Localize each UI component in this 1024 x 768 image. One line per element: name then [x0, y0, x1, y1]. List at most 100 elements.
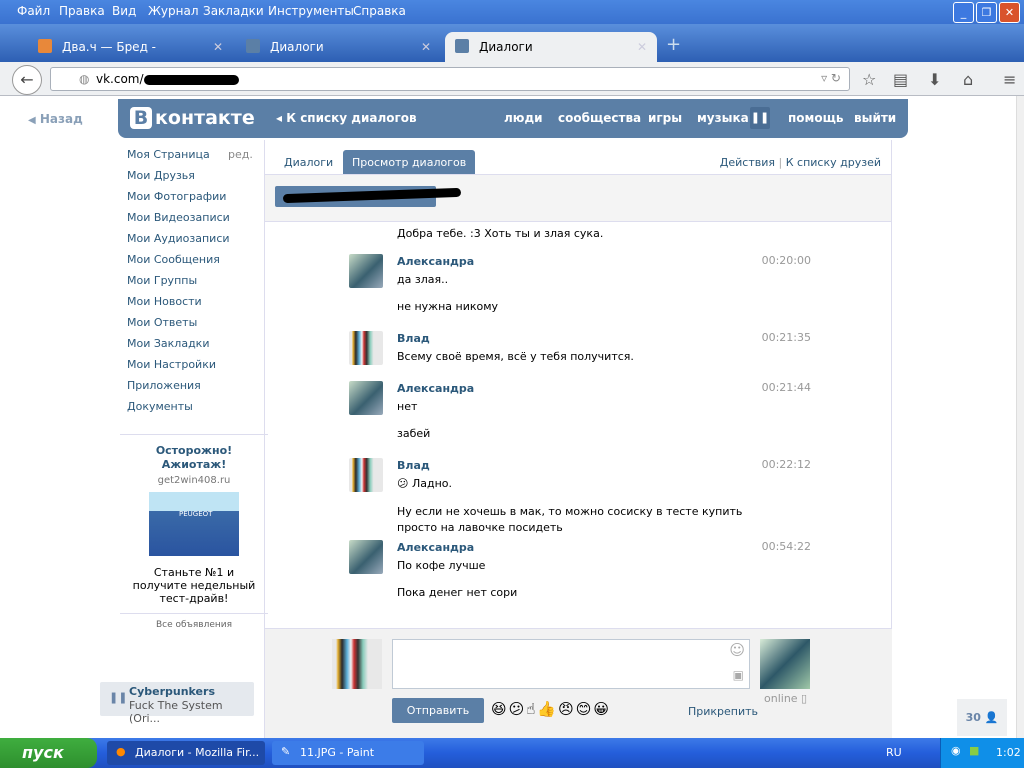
ad-block[interactable]: Осторожно! Ажиотаж! get2win408.ru PEUGEO…: [120, 434, 268, 630]
dialog-tabs: Диалоги Просмотр диалогов Действия | К с…: [265, 150, 891, 175]
camera-icon[interactable]: ▣: [733, 668, 744, 682]
menu-bookmarks[interactable]: Закладки: [203, 4, 264, 18]
scrollbar[interactable]: [1016, 96, 1024, 738]
author-avatar[interactable]: [349, 254, 383, 288]
top-links: Действия | К списку друзей: [719, 156, 881, 169]
nav-communities[interactable]: сообщества: [558, 111, 641, 125]
sidebar-apps[interactable]: Приложения: [127, 379, 257, 400]
nav-logout[interactable]: выйти: [854, 111, 896, 125]
message: Александра 00:20:00 да злая.. не нужна нико…: [265, 254, 825, 327]
compose-area: ☺ ▣ online ▯ Отправить 😆😕☝👍😠😊😀 Прикрепит…: [265, 628, 892, 738]
actions-link[interactable]: Действия: [720, 156, 775, 169]
pause-icon[interactable]: ❚❚: [109, 691, 127, 704]
new-tab-button[interactable]: +: [666, 34, 681, 55]
bookmark-star-icon[interactable]: ☆: [862, 70, 876, 89]
close-tab-icon[interactable]: ✕: [213, 40, 223, 54]
vk-header: Bконтакте ◂ К списку диалогов люди сообщ…: [118, 99, 908, 138]
window-controls: _ ❐ ✕: [953, 2, 1020, 23]
maximize-button[interactable]: ❐: [976, 2, 997, 23]
author-avatar[interactable]: [349, 458, 383, 492]
edit-link[interactable]: ред.: [228, 148, 253, 161]
taskbar-paint[interactable]: ✎ 11.JPG - Paint: [272, 741, 424, 765]
nav-games[interactable]: игры: [648, 111, 682, 125]
message: Добра тебе. :3 Хоть ты и злая сука.: [265, 227, 825, 254]
sidebar-documents[interactable]: Документы: [127, 400, 257, 421]
close-button[interactable]: ✕: [999, 2, 1020, 23]
message-input[interactable]: ☺ ▣: [392, 639, 750, 689]
tab-2ch[interactable]: Два.ч — Бред - ✕: [28, 32, 233, 62]
pause-icon[interactable]: ❚❚: [750, 107, 770, 129]
close-tab-icon[interactable]: ✕: [421, 40, 431, 54]
header-back-link[interactable]: ◂ К списку диалогов: [276, 111, 417, 125]
tab-view-dialogs[interactable]: Просмотр диалогов: [343, 150, 476, 174]
nav-people[interactable]: люди: [504, 111, 543, 125]
sidebar-groups[interactable]: Мои Группы: [127, 274, 257, 295]
sidebar-messages[interactable]: Мои Сообщения: [127, 253, 257, 274]
sidebar-answers[interactable]: Мои Ответы: [127, 316, 257, 337]
tab-dialogs-1[interactable]: Диалоги ✕: [236, 32, 441, 62]
download-icon[interactable]: ⬇: [928, 70, 941, 89]
back-link[interactable]: ◀ Назад: [28, 112, 83, 126]
vk-logo[interactable]: Bконтакте: [130, 107, 255, 129]
message-time: 00:54:22: [761, 540, 811, 553]
nav-help[interactable]: помощь: [788, 111, 843, 125]
sidebar: Моя Страница ред. Мои Друзья Мои Фотогра…: [127, 148, 257, 421]
author-avatar[interactable]: [349, 381, 383, 415]
reload-icon[interactable]: ▿ ↻: [821, 71, 841, 85]
audio-player[interactable]: ❚❚ Cyberpunkers Fuck The System (Ori...: [100, 682, 254, 725]
shield-icon[interactable]: ■: [969, 744, 979, 757]
attach-link[interactable]: Прикрепить: [688, 705, 758, 718]
emoji-grin[interactable]: 😀: [593, 700, 611, 718]
menu-icon[interactable]: ≡: [1003, 70, 1016, 89]
all-ads-link[interactable]: Все объявления: [120, 613, 268, 630]
bookmarks-list-icon[interactable]: ▤: [893, 70, 908, 89]
to-friends-link[interactable]: К списку друзей: [786, 156, 881, 169]
home-icon[interactable]: ⌂: [963, 70, 973, 89]
tab-bar: Два.ч — Бред - ✕ Диалоги ✕ Диалоги ✕ +: [0, 24, 1024, 62]
my-avatar[interactable]: [332, 639, 382, 689]
author-avatar[interactable]: [349, 540, 383, 574]
sidebar-videos[interactable]: Мои Видеозаписи: [127, 211, 257, 232]
player-artist: Cyberpunkers: [129, 685, 215, 698]
menu-help[interactable]: Справка: [353, 4, 406, 18]
message-text: забей: [397, 427, 431, 440]
emoji-angry[interactable]: 😠: [558, 700, 576, 718]
close-tab-icon[interactable]: ✕: [637, 40, 647, 54]
emoji-confused[interactable]: 😕: [509, 700, 527, 718]
friends-online-counter[interactable]: 30 👤: [957, 699, 1007, 736]
message-time: 00:21:44: [761, 381, 811, 394]
message: Влад 00:21:35 Всему своё время, всё у тебя…: [265, 331, 825, 377]
sidebar-bookmarks[interactable]: Мои Закладки: [127, 337, 257, 358]
author-avatar[interactable]: [349, 331, 383, 365]
smiley-icon[interactable]: ☺: [729, 641, 745, 659]
peer-avatar[interactable]: [760, 639, 810, 689]
back-button[interactable]: ←: [12, 65, 42, 95]
emoji-laugh[interactable]: 😆: [491, 700, 509, 718]
tab-dialogs-2[interactable]: Диалоги ✕: [445, 32, 657, 62]
tab-dialogs[interactable]: Диалоги: [275, 150, 342, 174]
sidebar-photos[interactable]: Мои Фотографии: [127, 190, 257, 211]
online-status: online ▯: [764, 692, 808, 705]
message-list[interactable]: Добра тебе. :3 Хоть ты и злая сука. Алекс…: [265, 222, 891, 628]
start-button[interactable]: пуск: [0, 738, 97, 768]
steam-icon[interactable]: ◉: [951, 744, 961, 757]
menu-file[interactable]: Файл: [17, 4, 50, 18]
emoji-blush[interactable]: 😊: [576, 700, 594, 718]
minimize-button[interactable]: _: [953, 2, 974, 23]
sidebar-audios[interactable]: Мои Аудиозаписи: [127, 232, 257, 253]
menu-history[interactable]: Журнал: [148, 4, 199, 18]
language-indicator[interactable]: RU: [886, 746, 902, 759]
message: Александра 00:21:44 нет забей: [265, 381, 825, 454]
sidebar-news[interactable]: Мои Новости: [127, 295, 257, 316]
emoji-thumbsup[interactable]: 👍: [537, 700, 558, 718]
message-text: Добра тебе. :3 Хоть ты и злая сука.: [397, 227, 604, 240]
menu-view[interactable]: Вид: [112, 4, 136, 18]
taskbar-firefox[interactable]: ● Диалоги - Mozilla Fir...: [107, 741, 265, 765]
sidebar-friends[interactable]: Мои Друзья: [127, 169, 257, 190]
menu-edit[interactable]: Правка: [59, 4, 105, 18]
send-button[interactable]: Отправить: [392, 698, 484, 723]
menu-tools[interactable]: Инструменты: [268, 4, 354, 18]
emoji-finger[interactable]: ☝: [526, 700, 537, 718]
nav-music[interactable]: музыка: [697, 111, 749, 125]
url-input[interactable]: ◍ vk.com/▿ ↻: [50, 67, 850, 91]
